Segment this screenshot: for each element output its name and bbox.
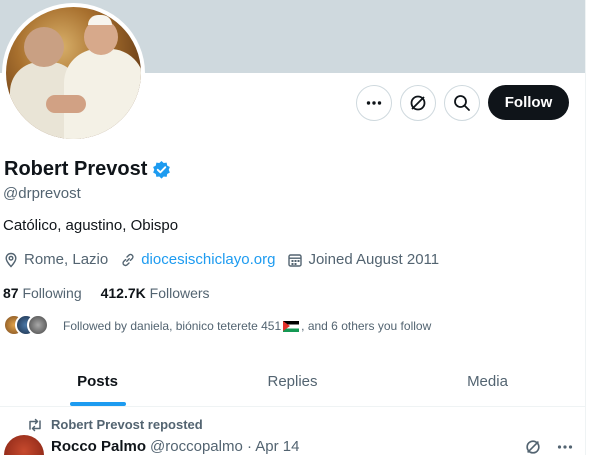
following-label: Following — [22, 285, 82, 301]
tab-label: Posts — [77, 373, 118, 390]
active-tab-indicator — [69, 402, 126, 406]
repost-indicator: Robert Prevost reposted — [27, 417, 203, 432]
grok-button[interactable] — [400, 85, 436, 121]
followed-by-suffix: , and 6 others you follow — [301, 319, 432, 333]
following-link[interactable]: 87 Following — [3, 285, 82, 301]
search-button[interactable] — [444, 85, 480, 121]
website-link[interactable]: diocesischiclayo.org — [141, 251, 275, 268]
palestine-flag-icon — [283, 320, 300, 332]
followed-by-row[interactable]: Followed by daniela, biónico teterete 45… — [3, 314, 431, 338]
post-tools — [524, 438, 574, 455]
tab-label: Media — [467, 373, 508, 390]
more-icon[interactable] — [556, 438, 574, 455]
location-pin-icon — [5, 252, 17, 268]
tab-media[interactable]: Media — [390, 357, 585, 406]
followers-label: Followers — [149, 285, 210, 301]
search-icon — [454, 95, 470, 111]
website-item[interactable]: diocesischiclayo.org — [120, 251, 275, 268]
profile-bio: Católico, agustino, Obispo — [3, 217, 179, 234]
joined-item: Joined August 2011 — [287, 251, 439, 268]
profile-avatar[interactable] — [2, 3, 145, 143]
followers-count: 412.7K — [100, 285, 146, 301]
followed-by-text: Followed by daniela, biónico teterete 45… — [63, 319, 282, 333]
following-count: 87 — [3, 285, 19, 301]
location-text: Rome, Lazio — [24, 251, 109, 268]
tab-replies[interactable]: Replies — [195, 357, 390, 406]
post-author-avatar[interactable] — [4, 435, 44, 455]
more-icon — [366, 101, 382, 105]
avatar-photo — [6, 7, 141, 139]
grok-icon[interactable] — [524, 438, 542, 455]
avatar — [27, 314, 49, 336]
follower-avatars — [3, 314, 53, 338]
calendar-icon — [288, 253, 303, 267]
repost-icon — [29, 418, 41, 431]
post-header: Rocco Palmo @roccopalmo · Apr 14 — [51, 438, 300, 455]
followers-link[interactable]: 412.7K Followers — [101, 285, 210, 301]
tab-posts[interactable]: Posts — [0, 357, 195, 406]
post-author-handle[interactable]: @roccopalmo · Apr 14 — [150, 438, 299, 455]
profile-name: Robert Prevost — [4, 158, 148, 180]
profile-handle: @drprevost — [3, 185, 81, 202]
column-divider — [585, 0, 586, 455]
follow-button[interactable]: Follow — [488, 85, 569, 120]
more-button[interactable] — [356, 85, 392, 121]
repost-label: Robert Prevost reposted — [51, 417, 203, 432]
profile-tabs: Posts Replies Media — [0, 357, 585, 407]
joined-text: Joined August 2011 — [308, 251, 440, 268]
post-author-name[interactable]: Rocco Palmo — [51, 438, 146, 455]
grok-icon — [410, 95, 426, 111]
verified-badge-icon[interactable] — [152, 160, 171, 179]
profile-name-row: Robert Prevost — [4, 158, 171, 181]
tab-label: Replies — [267, 373, 318, 390]
link-icon — [122, 253, 134, 266]
follow-counts: 87 Following 412.7K Followers — [3, 285, 229, 301]
location-item: Rome, Lazio — [3, 251, 108, 268]
profile-meta: Rome, Lazio diocesischiclayo.org Joined … — [3, 251, 451, 268]
